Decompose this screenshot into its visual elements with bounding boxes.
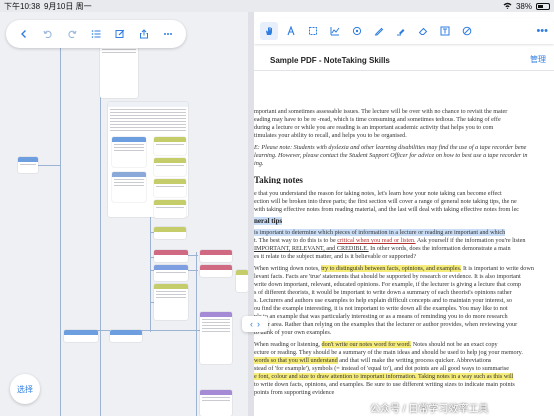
mindmap-node[interactable] <box>154 250 188 262</box>
mindmap-node[interactable] <box>154 158 186 176</box>
manage-button[interactable]: 管理 <box>530 54 546 65</box>
text-box-icon[interactable] <box>436 22 454 40</box>
highlighted-text: try to distinguish between facts, opinio… <box>321 265 462 272</box>
text-line: s of different theorists, it would be im… <box>254 289 512 296</box>
text-line: ecture or reading. They should be a summ… <box>254 349 523 356</box>
subsection-heading: neral tips <box>254 217 283 225</box>
mindmap-node[interactable] <box>110 330 142 342</box>
watermark: 公众号 / 日常学习效率工具 <box>370 404 489 415</box>
chevron-right-icon: › <box>257 319 260 329</box>
pdf-pane[interactable]: ••• Sample PDF - NoteTaking Skills 管理 mp… <box>254 12 554 416</box>
mindmap-root-node[interactable] <box>18 157 38 173</box>
text-line: stead of 'for example'), symbols (= inst… <box>254 365 510 372</box>
shape-icon[interactable] <box>458 22 476 40</box>
select-button[interactable]: 选择 <box>10 374 40 404</box>
crop-icon[interactable] <box>304 22 322 40</box>
highlighted-text: words so that you will understand <box>254 357 338 364</box>
underlined-text: critical when you read or listen. <box>337 237 416 244</box>
mindmap-node[interactable] <box>154 137 186 155</box>
text-line: with taking effective notes from reading… <box>254 206 520 213</box>
mindmap-link-icon[interactable] <box>348 22 366 40</box>
mindmap-node[interactable] <box>112 137 146 167</box>
text-fragment: In other words, does the information dem… <box>370 245 511 252</box>
underlined-text: IMPORTANT, RELEVANT, and CREDIBLE. <box>254 245 369 252</box>
text-select-icon[interactable] <box>282 22 300 40</box>
text-fragment: When reading or listening, <box>254 341 320 348</box>
chart-lasso-icon[interactable] <box>326 22 344 40</box>
text-line: E: Please note: Students with dyslexia a… <box>254 144 527 151</box>
wifi-icon <box>503 2 512 11</box>
text-line: learning. However, please contact the St… <box>254 152 528 159</box>
text-line: points from supporting evidence <box>254 389 335 396</box>
highlighted-text: is important to determine which pieces o… <box>254 229 506 236</box>
redo-icon[interactable] <box>64 26 80 42</box>
pdf-page[interactable]: mportant and sometimes assessable issues… <box>254 72 554 416</box>
hand-icon[interactable] <box>260 22 278 40</box>
text-line: e that you understand the reason for tak… <box>254 190 502 197</box>
undo-icon[interactable] <box>40 26 56 42</box>
text-line: ple to an example that was particularly … <box>254 313 508 320</box>
mindmap-node[interactable] <box>200 390 232 416</box>
split-view-handle[interactable]: ‹ › <box>242 316 268 332</box>
mindmap-node[interactable] <box>200 250 232 262</box>
mindmap-node[interactable] <box>236 270 248 292</box>
text-fragment: and that will make the writing process q… <box>339 357 492 364</box>
mindmap-node[interactable] <box>154 179 186 197</box>
eraser-icon[interactable] <box>414 22 432 40</box>
divider <box>254 70 554 71</box>
mindmap-toolbar <box>6 20 186 48</box>
text-fragment: Ask yourself if the information you're l… <box>416 237 526 244</box>
mindmap-node[interactable] <box>64 330 98 342</box>
mindmap-node[interactable] <box>200 265 232 277</box>
text-line: to write down facts, opinions, and examp… <box>254 381 515 388</box>
highlighted-text: don't write our notes word for word. <box>321 341 412 348</box>
text-line: ou find the example interesting, it is n… <box>254 305 508 312</box>
section-heading: Taking notes <box>254 176 303 184</box>
text-fragment: When writing down notes, <box>254 265 320 272</box>
mindmap-node[interactable] <box>112 172 146 202</box>
status-bar: 下午10:38 9月10日 周一 38% <box>0 0 554 12</box>
text-line: to think of your own examples. <box>254 329 332 336</box>
more-icon[interactable] <box>160 26 176 42</box>
text-line: es it relate to the subject matter, and … <box>254 253 417 260</box>
document-title: Sample PDF - NoteTaking Skills <box>270 56 390 65</box>
share-icon[interactable] <box>136 26 152 42</box>
text-fragment: t. The best way to do this is to be <box>254 237 336 244</box>
edit-icon[interactable] <box>112 26 128 42</box>
highlighted-text: e font, colour and size to draw attentio… <box>254 373 514 380</box>
mindmap-node[interactable] <box>154 227 186 239</box>
text-line: ection will be broken into three parts; … <box>254 198 517 205</box>
battery-icon <box>536 2 550 10</box>
more-icon[interactable]: ••• <box>536 25 548 37</box>
text-line: write down important, relevant, educated… <box>254 281 522 288</box>
text-line: during a lecture or while you are readin… <box>254 124 494 131</box>
battery-percent: 38% <box>515 1 532 11</box>
text-fragment: Notes should not be an exact copy <box>412 341 498 348</box>
text-line: mportant and sometimes assessable issues… <box>254 108 508 115</box>
chevron-left-icon: ‹ <box>250 319 253 329</box>
mindmap-pane[interactable]: 选择 <box>0 12 248 416</box>
mindmap-node[interactable] <box>200 312 232 364</box>
back-icon[interactable] <box>16 26 32 42</box>
text-line: ticular area. Rather than relying on the… <box>254 321 518 328</box>
annotation-toolbar: ••• <box>254 18 554 44</box>
mindmap-node[interactable] <box>154 265 188 281</box>
mindmap-canvas[interactable] <box>0 12 248 416</box>
mindmap-node[interactable] <box>154 284 188 320</box>
highlighter-icon[interactable] <box>392 22 410 40</box>
text-line: eading may have to be re -read, which is… <box>254 116 501 123</box>
mindmap-node[interactable] <box>154 200 186 218</box>
status-time: 下午10:38 <box>4 1 41 11</box>
text-fragment: It is important to write down <box>462 265 534 272</box>
outline-list-icon[interactable] <box>88 26 104 42</box>
text-line: levant facts. Facts are 'true' statement… <box>254 273 521 280</box>
text-line: s. Lecturers and authors use examples to… <box>254 297 512 304</box>
status-date: 9月10日 周一 <box>44 1 92 11</box>
pen-icon[interactable] <box>370 22 388 40</box>
text-line: timulates your ability to recall, and he… <box>254 132 407 139</box>
text-line: ing. <box>254 160 264 167</box>
